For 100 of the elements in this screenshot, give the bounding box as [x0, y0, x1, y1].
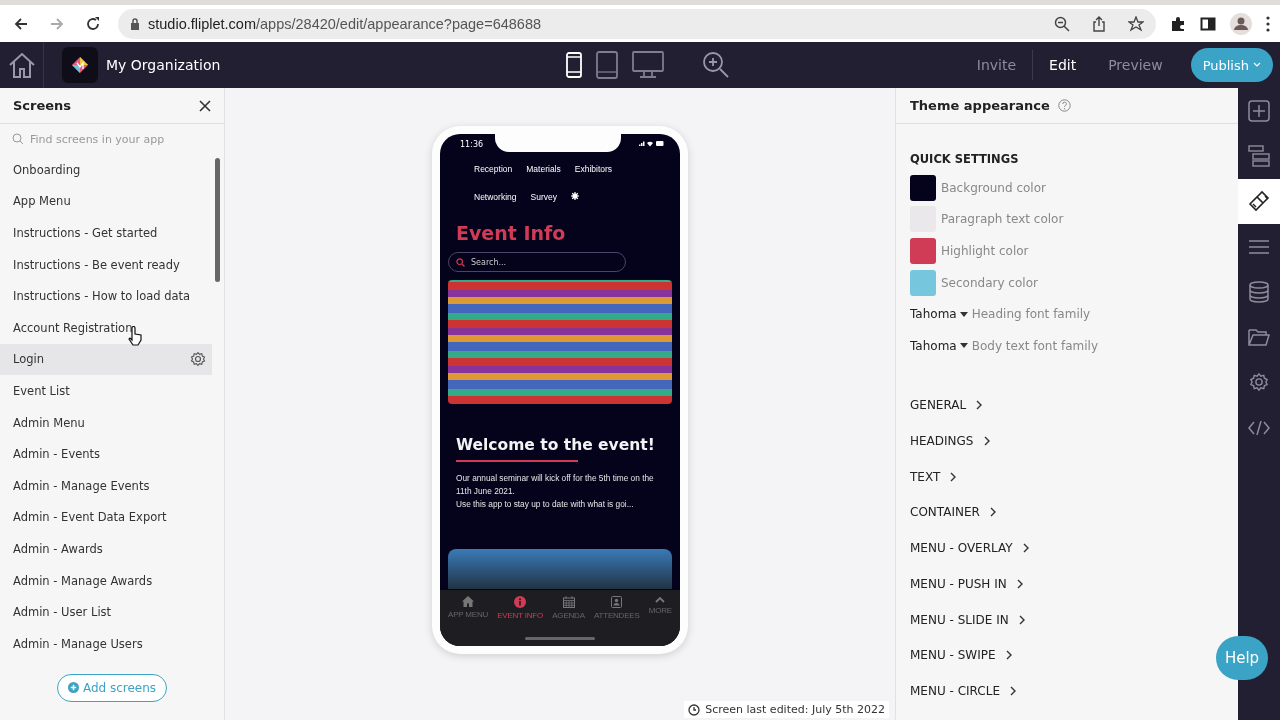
chevron-right-icon [950, 471, 957, 482]
caret-icon [959, 311, 968, 317]
panel-title: Theme appearance [910, 98, 1050, 113]
welcome-heading: Welcome to the event! [455, 435, 656, 456]
screen-list-item[interactable]: Admin - Manage Awards [0, 564, 212, 597]
font-label: Body text font family [971, 338, 1099, 353]
section-heading: QUICK SETTINGS [909, 151, 1020, 168]
screen-list-item[interactable]: Admin - Manage Users [0, 627, 212, 660]
color-label: Background color [941, 180, 1046, 195]
color-swatch[interactable] [910, 174, 936, 201]
address-bar[interactable]: studio.fliplet.com/apps/28420/edit/appearance?page=648688 [118, 8, 1156, 39]
section-toggle[interactable]: CONTAINER [896, 494, 1010, 531]
color-swatch[interactable] [910, 238, 936, 264]
screen-list-item[interactable]: Admin - Manage Events [0, 469, 212, 502]
paintbrush-tool-button[interactable] [1238, 178, 1280, 224]
calendar-icon [562, 596, 575, 608]
font-label: Heading font family [971, 307, 1091, 322]
app-logo [62, 47, 98, 83]
tablet-icon[interactable] [596, 51, 619, 79]
code-icon [1248, 420, 1270, 435]
plus-icon [67, 682, 79, 693]
menu-link[interactable]: Exhibitors [574, 164, 613, 174]
star-icon[interactable] [1128, 15, 1144, 32]
screen-list-item[interactable]: Login [0, 343, 212, 376]
menu-link[interactable]: Materials [526, 164, 561, 174]
status-icons-drawing [638, 140, 664, 147]
side-panel-icon[interactable] [1200, 15, 1216, 32]
tab[interactable]: Preview [1092, 57, 1179, 73]
tab[interactable]: Edit [1033, 57, 1093, 73]
section-toggle[interactable]: MENU - CIRCLE [896, 673, 1030, 709]
search-field[interactable]: Find screens in your app [28, 131, 208, 147]
chevron-right-icon [1016, 578, 1023, 589]
status-time: 11:36 [460, 140, 484, 151]
screen-list-item[interactable]: Admin - Events [0, 438, 212, 470]
share-icon[interactable] [1092, 15, 1106, 32]
screen-list-item[interactable]: Admin - Awards [0, 533, 212, 565]
search-icon [456, 258, 465, 267]
menu-link[interactable]: Survey [530, 192, 557, 202]
chevron-right-icon [1018, 614, 1025, 625]
screen-list-item[interactable]: Event List [0, 375, 212, 407]
section-toggle[interactable]: TEXT [896, 458, 971, 495]
folder-icon [1248, 328, 1270, 347]
section-toggle[interactable]: MENU - SWIPE [896, 637, 1026, 674]
chevron-right-icon [983, 436, 990, 447]
section-toggle[interactable]: MENU - OVERLAY [896, 530, 1043, 566]
page-heading: Event Info [455, 221, 567, 246]
chevron-up-icon [655, 596, 666, 603]
screen-list-item[interactable]: App Menu [0, 185, 212, 218]
url-text: studio.fliplet.com/apps/28420/edit/appearance?page=648688 [148, 15, 542, 32]
welcome-paragraph: Our annual seminar will kick off for the 5th time on the 11th June 2021. Use this app to stay up to date with what is goi... [455, 472, 655, 511]
more-options-icon[interactable] [1266, 15, 1270, 32]
screen-list-item[interactable]: Instructions - Be event ready [0, 248, 212, 281]
screen-list-item[interactable]: Instructions - Get started [0, 217, 212, 249]
search-field[interactable]: Search... [448, 252, 626, 272]
screen-list-item[interactable]: Admin - User List [0, 596, 212, 628]
last-edited-text: Screen last edited: July 5th 2022 [705, 703, 885, 716]
screen-list-item[interactable]: Account Registration [0, 311, 212, 344]
font-dropdown[interactable]: Tahoma [910, 338, 968, 353]
chevron-right-icon [976, 400, 983, 411]
desktop-icon[interactable] [632, 51, 665, 79]
search-icon [12, 133, 24, 145]
screen-list-item[interactable]: Instructions - How to load data [0, 280, 212, 312]
menu-link[interactable]: Networking [474, 192, 517, 202]
color-label: Paragraph text color [941, 212, 1064, 227]
scrollbar[interactable] [215, 158, 220, 282]
caret-icon [959, 343, 968, 349]
font-dropdown[interactable]: Tahoma [910, 307, 968, 322]
chevron-right-icon [1005, 650, 1012, 661]
tab-bar-item[interactable]: EVENT INFO [497, 596, 544, 646]
tab[interactable]: Invite [960, 57, 1033, 73]
zoom-in-icon[interactable] [702, 51, 731, 79]
screen-list-item[interactable]: Admin Menu [0, 406, 212, 439]
menu-icon [1248, 239, 1270, 254]
panel-title: Screens [13, 98, 72, 113]
info-icon [514, 596, 527, 608]
color-swatch[interactable] [910, 269, 936, 296]
section-toggle[interactable]: MENU - PUSH IN [896, 566, 1037, 602]
section-toggle[interactable]: MENU - SLIDE IN [896, 601, 1039, 638]
menu-link[interactable]: Reception [474, 164, 513, 174]
home-icon[interactable] [7, 52, 36, 78]
home-icon [462, 596, 474, 607]
zoom-out-icon[interactable] [1054, 15, 1070, 32]
contacts-icon [611, 596, 623, 608]
section-toggle[interactable]: HEADINGS [896, 423, 1004, 459]
close-icon[interactable] [199, 99, 211, 112]
chevron-right-icon [1009, 685, 1016, 696]
clock-icon [688, 703, 701, 716]
profile-avatar-icon[interactable] [1230, 12, 1252, 35]
puzzle-icon[interactable] [1170, 15, 1186, 32]
chevron-right-icon [989, 507, 996, 518]
home-indicator [525, 637, 595, 640]
screen-list-item[interactable]: Onboarding [0, 154, 212, 186]
color-label: Highlight color [941, 244, 1029, 258]
database-icon [1249, 280, 1269, 303]
screen-list-item[interactable]: Admin - Event Data Export [0, 501, 212, 534]
section-toggle[interactable]: GENERAL [896, 387, 997, 424]
layers-icon [1248, 144, 1270, 167]
add-icon [1248, 99, 1270, 122]
organization-name: My Organization [106, 57, 221, 73]
phone-icon[interactable] [566, 52, 583, 78]
